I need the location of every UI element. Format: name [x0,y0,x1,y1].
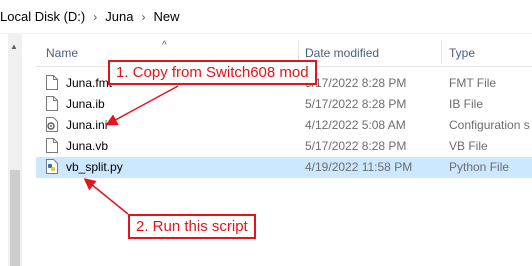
breadcrumb-item-new[interactable]: New [153,9,179,24]
file-date: 4/19/2022 11:58 PM [305,160,413,174]
file-type: IB File [449,97,484,111]
chevron-right-icon: › [93,9,98,24]
file-date: 4/12/2022 5:08 AM [305,118,406,132]
file-name: vb_split.py [66,160,123,174]
file-type: FMT File [449,76,497,90]
file-name: Juna.fmt [66,76,113,90]
document-icon [46,75,58,90]
breadcrumb-item-drive[interactable]: Local Disk (D:) [0,9,85,24]
file-name: Juna.vb [66,139,109,153]
column-type[interactable]: Type [449,46,475,60]
file-type: Python File [449,160,510,174]
python-icon [46,159,58,174]
file-row[interactable]: Juna.ini 4/12/2022 5:08 AM Configuration… [36,115,532,136]
file-row[interactable]: Juna.vb 5/17/2022 8:28 PM VB File [36,136,532,157]
document-icon [46,138,58,153]
file-date: 5/17/2022 8:28 PM [305,76,407,90]
file-row[interactable]: Juna.ib 5/17/2022 8:28 PM IB File [36,94,532,115]
file-type: Configuration s [449,118,530,132]
file-name: Juna.ini [66,118,108,132]
settings-file-icon [46,117,58,132]
chevron-right-icon: › [141,9,146,24]
column-name[interactable]: Name [46,46,78,60]
column-divider[interactable] [441,40,442,64]
breadcrumb-item-juna[interactable]: Juna [105,9,133,24]
nav-scrollbar-thumb[interactable] [10,170,20,266]
callout-copy-from-mod: 1. Copy from Switch608 mod [108,60,317,85]
scroll-up-icon[interactable]: ▲ [10,42,18,51]
file-name: Juna.ib [66,97,105,111]
callout-run-script: 2. Run this script [128,214,256,239]
arrow-to-script [83,178,129,215]
file-date: 5/17/2022 8:28 PM [305,97,407,111]
file-row-selected[interactable]: vb_split.py 4/19/2022 11:58 PM Python Fi… [36,157,532,178]
file-date: 5/17/2022 8:28 PM [305,139,407,153]
column-date-modified[interactable]: Date modified [305,46,379,60]
breadcrumb: Local Disk (D:) › Juna › New [0,0,532,34]
document-icon [46,96,58,111]
file-type: VB File [449,139,488,153]
